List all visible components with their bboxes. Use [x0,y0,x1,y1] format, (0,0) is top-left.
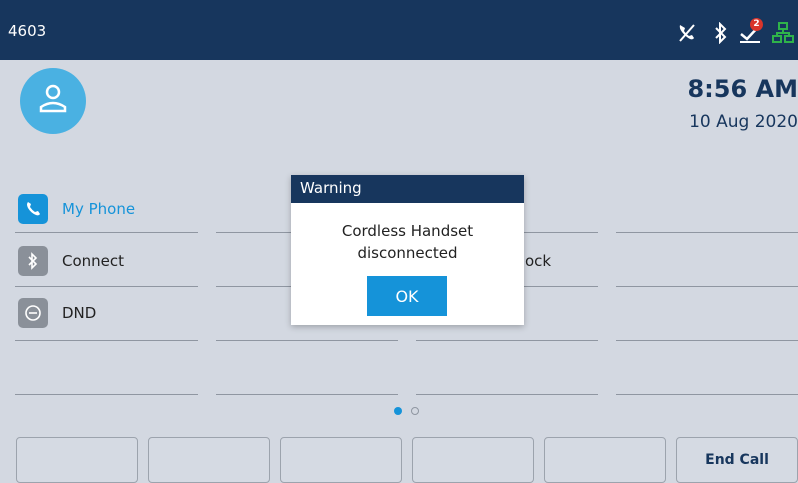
line-key-divider [216,340,398,341]
line-key-divider [616,286,798,287]
line-key-label: Connect [62,252,125,270]
warning-dialog: Warning Cordless Handset disconnected OK [291,175,524,325]
line-key-divider [616,340,798,341]
line-key-divider [15,340,198,341]
user-icon [39,84,67,113]
line-key-connect[interactable]: Connect [18,246,198,276]
line-key-divider [616,232,798,233]
status-bar: 4603 2 [0,0,798,60]
dialog-message: Cordless Handset disconnected [291,220,524,264]
line-key-divider [616,394,798,395]
voicemail-icon: 2 [739,18,763,48]
dialog-message-line: disconnected [357,244,458,262]
softkey-4[interactable] [412,437,534,483]
call-forward-icon [676,22,698,48]
softkey-5[interactable] [544,437,666,483]
clock-time: 8:56 AM [687,75,798,103]
dialog-title: Warning [300,179,362,197]
clock-date: 10 Aug 2020 [689,112,798,132]
network-icon [772,22,794,48]
line-key-divider [15,394,198,395]
dialog-header: Warning [291,175,524,203]
end-call-button[interactable]: End Call [676,437,798,483]
softkey-3[interactable] [280,437,402,483]
phone-icon [18,194,48,224]
line-key-divider [15,232,198,233]
ok-button[interactable]: OK [367,276,447,316]
bluetooth-icon [18,246,48,276]
line-key-dnd[interactable]: DND [18,298,198,328]
line-key-divider [15,286,198,287]
line-key-my-phone[interactable]: My Phone [18,194,198,224]
extension-number: 4603 [8,22,47,40]
line-key-divider [216,394,398,395]
dnd-icon [18,298,48,328]
line-key-label-partial: ock [525,252,552,270]
page-indicator-inactive[interactable] [411,407,419,415]
avatar[interactable] [20,68,86,134]
page-indicator-active[interactable] [394,407,402,415]
softkey-1[interactable] [16,437,138,483]
line-key-divider [416,394,598,395]
line-key-divider [416,340,598,341]
bluetooth-icon [712,21,730,48]
line-key-label: My Phone [62,200,136,218]
dialog-message-line: Cordless Handset [341,222,474,240]
line-key-label: DND [62,304,97,322]
voicemail-badge: 2 [750,18,763,31]
softkey-2[interactable] [148,437,270,483]
